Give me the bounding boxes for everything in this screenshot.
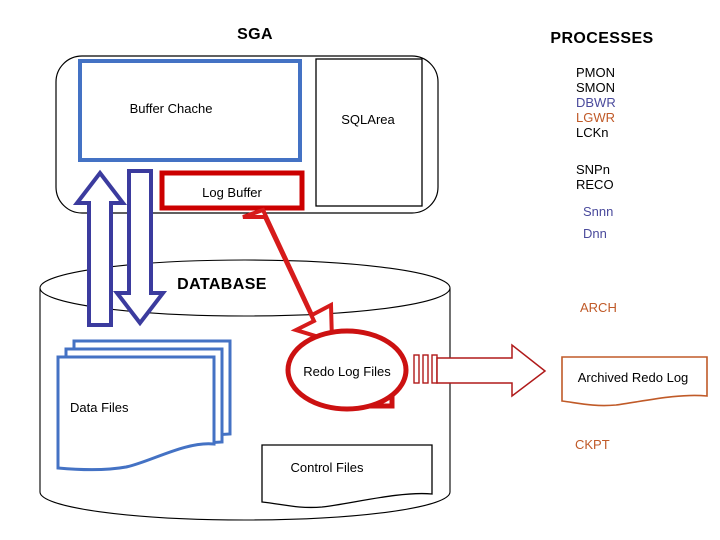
process-group-server: Snnn Dnn <box>583 204 613 241</box>
process-item-dbwr[interactable]: DBWR <box>576 95 616 110</box>
process-group-primary: PMON SMON DBWR LGWR LCKn <box>576 65 616 140</box>
process-item-lgwr[interactable]: LGWR <box>576 110 616 125</box>
control-files-label: Control Files <box>290 460 364 475</box>
buffer-cache-label: Buffer Chache <box>129 101 213 116</box>
redo-log-files-label: Redo Log Files <box>303 364 391 379</box>
process-item-snnn[interactable]: Snnn <box>583 204 613 219</box>
process-item-pmon[interactable]: PMON <box>576 65 616 80</box>
archive-arrow <box>436 343 547 398</box>
down-arrow <box>112 169 168 327</box>
process-item-snpn[interactable]: SNPn <box>576 162 614 177</box>
process-group-secondary: SNPn RECO <box>576 162 614 192</box>
process-item-smon[interactable]: SMON <box>576 80 616 95</box>
page-title-processes: PROCESSES <box>550 30 654 47</box>
sql-area-box[interactable] <box>315 58 423 207</box>
process-item-arch[interactable]: ARCH <box>580 300 617 315</box>
process-item-dnn[interactable]: Dnn <box>583 226 613 241</box>
page-title-sga: SGA <box>237 26 273 43</box>
log-buffer-label: Log Buffer <box>202 185 262 200</box>
process-item-reco[interactable]: RECO <box>576 177 614 192</box>
archived-redo-log-label: Archived Redo Log <box>577 370 689 385</box>
process-item-lckn[interactable]: LCKn <box>576 125 616 140</box>
sql-area-label: SQLArea <box>341 112 395 127</box>
process-item-ckpt[interactable]: CKPT <box>575 437 610 452</box>
page-title-database: DATABASE <box>177 276 267 293</box>
oracle-architecture-diagram: SGA PROCESSES DATABASE Buffer Chache SQL… <box>0 0 720 540</box>
data-files-label: Data Files <box>70 400 129 415</box>
